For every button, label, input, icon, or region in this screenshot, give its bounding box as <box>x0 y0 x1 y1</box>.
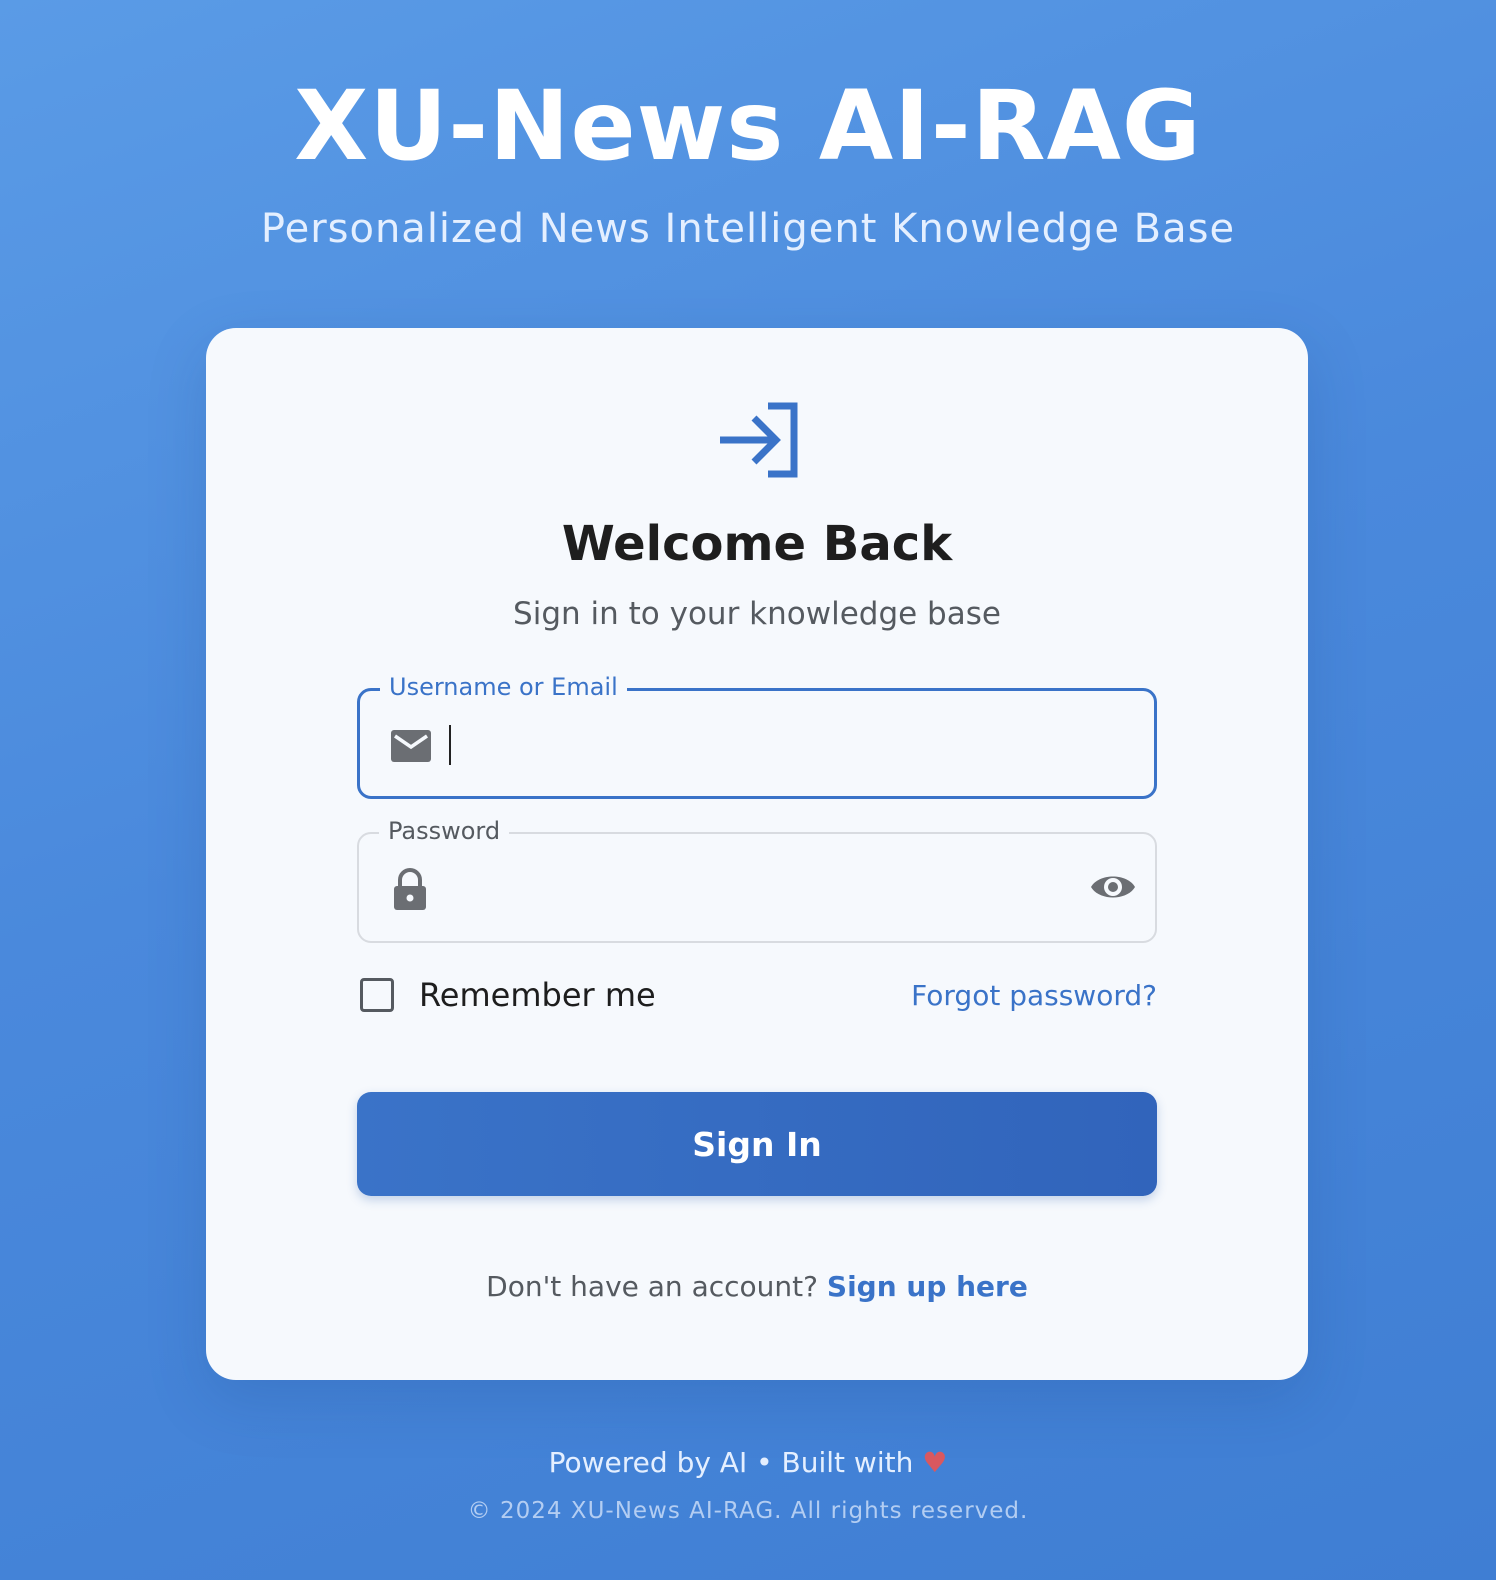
remember-row: Remember me Forgot password? <box>357 976 1157 1016</box>
sign-in-button[interactable]: Sign In <box>357 1092 1157 1196</box>
powered-text: Powered by AI • Built with <box>548 1446 914 1479</box>
card-title: Welcome Back <box>561 516 953 572</box>
username-label: Username or Email <box>380 673 627 701</box>
mail-icon <box>391 730 431 762</box>
footer-copyright: © 2024 XU-News AI-RAG. All rights reserv… <box>467 1498 1029 1524</box>
signup-prompt: Don't have an account? <box>486 1270 818 1303</box>
login-card: Welcome Back Sign in to your knowledge b… <box>206 328 1308 1380</box>
remember-label[interactable]: Remember me <box>419 976 656 1014</box>
remember-checkbox[interactable] <box>360 978 394 1012</box>
eye-icon[interactable] <box>1089 866 1137 908</box>
app-subtitle: Personalized News Intelligent Knowledge … <box>260 206 1236 252</box>
login-arrow-icon <box>720 402 798 478</box>
lock-icon <box>394 868 426 910</box>
footer-powered: Powered by AI • Built with ♥ <box>0 1446 1496 1479</box>
signup-row: Don't have an account? Sign up here <box>206 1270 1308 1303</box>
heart-icon: ♥ <box>922 1446 948 1479</box>
sign-up-link[interactable]: Sign up here <box>827 1270 1028 1303</box>
password-label: Password <box>379 817 510 845</box>
username-field[interactable]: Username or Email <box>357 673 1157 799</box>
password-field[interactable]: Password <box>357 817 1157 943</box>
password-input[interactable] <box>451 854 1091 920</box>
card-subtitle: Sign in to your knowledge base <box>513 596 1001 632</box>
forgot-password-link[interactable]: Forgot password? <box>911 979 1157 1012</box>
username-input[interactable] <box>452 711 1092 777</box>
app-title: XU-News AI-RAG <box>294 70 1202 182</box>
text-caret <box>449 725 451 765</box>
